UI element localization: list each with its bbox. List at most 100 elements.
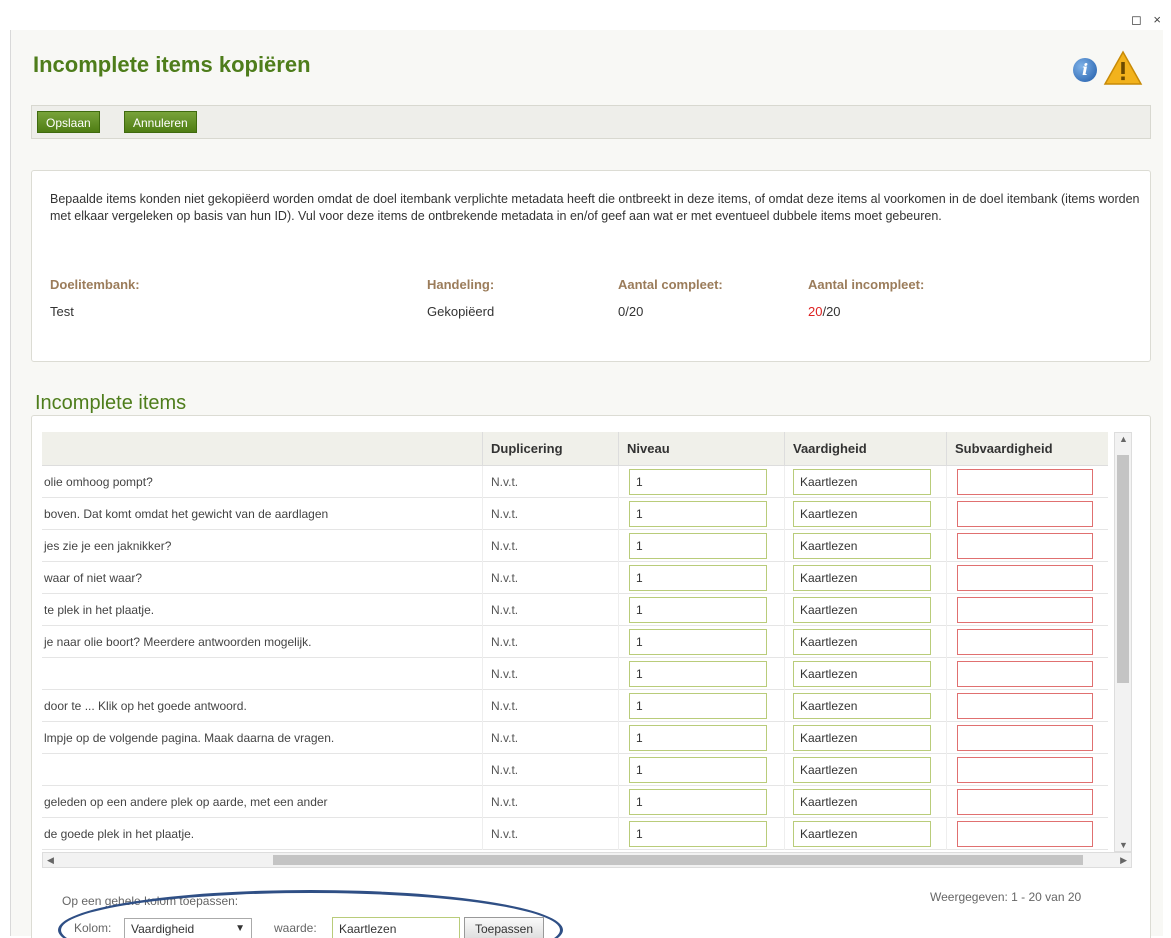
level-input[interactable]: 1 bbox=[629, 597, 767, 623]
level-input[interactable]: 1 bbox=[629, 693, 767, 719]
level-input[interactable]: 1 bbox=[629, 789, 767, 815]
complete-label: Aantal compleet: bbox=[618, 277, 723, 292]
skill-input[interactable]: Kaartlezen bbox=[793, 565, 931, 591]
table-row[interactable]: N.v.t. 1 Kaartlezen bbox=[42, 754, 1108, 786]
col-subskill[interactable]: Subvaardigheid bbox=[946, 432, 1108, 466]
scroll-up-icon[interactable]: ▲ bbox=[1119, 434, 1128, 444]
table-row[interactable]: boven. Dat komt omdat het gewicht van de… bbox=[42, 498, 1108, 530]
skill-input[interactable]: Kaartlezen bbox=[793, 757, 931, 783]
duplication-cell: N.v.t. bbox=[482, 466, 618, 498]
col-level[interactable]: Niveau bbox=[618, 432, 784, 466]
level-input[interactable]: 1 bbox=[629, 821, 767, 847]
table-row[interactable]: geleden op een andere plek op aarde, met… bbox=[42, 786, 1108, 818]
skill-input[interactable]: Kaartlezen bbox=[793, 789, 931, 815]
skill-input[interactable]: Kaartlezen bbox=[793, 693, 931, 719]
vertical-scroll-thumb[interactable] bbox=[1117, 455, 1129, 683]
skill-input[interactable]: Kaartlezen bbox=[793, 629, 931, 655]
horizontal-scroll-thumb[interactable] bbox=[273, 855, 1083, 865]
duplication-cell: N.v.t. bbox=[482, 658, 618, 690]
subskill-input[interactable] bbox=[957, 629, 1093, 655]
skill-input[interactable]: Kaartlezen bbox=[793, 469, 931, 495]
subskill-input[interactable] bbox=[957, 565, 1093, 591]
apply-column-label: Op een gehele kolom toepassen: bbox=[62, 894, 239, 908]
subskill-input[interactable] bbox=[957, 533, 1093, 559]
grid-vertical-scrollbar[interactable]: ▲ ▼ bbox=[1114, 432, 1132, 852]
level-input[interactable]: 1 bbox=[629, 533, 767, 559]
cancel-button[interactable]: Annuleren bbox=[124, 111, 197, 133]
subskill-cell bbox=[946, 690, 1108, 722]
value-label: waarde: bbox=[274, 921, 317, 935]
table-row[interactable]: te plek in het plaatje. N.v.t. 1 Kaartlezen bbox=[42, 594, 1108, 626]
level-cell: 1 bbox=[618, 466, 784, 498]
skill-input[interactable]: Kaartlezen bbox=[793, 725, 931, 751]
col-duplication[interactable]: Duplicering bbox=[482, 432, 618, 466]
duplication-cell: N.v.t. bbox=[482, 530, 618, 562]
skill-cell: Kaartlezen bbox=[784, 594, 946, 626]
action-value: Gekopiëerd bbox=[427, 304, 495, 319]
duplication-cell: N.v.t. bbox=[482, 722, 618, 754]
warning-icon[interactable] bbox=[1103, 50, 1143, 86]
subskill-cell bbox=[946, 818, 1108, 850]
scroll-left-icon[interactable]: ◀ bbox=[47, 855, 54, 866]
col-question[interactable] bbox=[42, 432, 482, 466]
duplication-cell: N.v.t. bbox=[482, 562, 618, 594]
level-input[interactable]: 1 bbox=[629, 629, 767, 655]
table-row[interactable]: N.v.t. 1 Kaartlezen bbox=[42, 658, 1108, 690]
level-input[interactable]: 1 bbox=[629, 565, 767, 591]
skill-input[interactable]: Kaartlezen bbox=[793, 661, 931, 687]
subskill-input[interactable] bbox=[957, 725, 1093, 751]
column-select[interactable]: Vaardigheid ▼ bbox=[124, 918, 252, 938]
window-controls[interactable]: ◻ × bbox=[1131, 12, 1165, 28]
skill-input[interactable]: Kaartlezen bbox=[793, 821, 931, 847]
apply-value-input[interactable]: Kaartlezen bbox=[332, 917, 460, 938]
save-button[interactable]: Opslaan bbox=[37, 111, 100, 133]
grid-horizontal-scrollbar[interactable]: ◀ ▶ bbox=[42, 852, 1132, 868]
scroll-down-icon[interactable]: ▼ bbox=[1119, 840, 1128, 850]
table-row[interactable]: jes zie je een jaknikker? N.v.t. 1 Kaartlez… bbox=[42, 530, 1108, 562]
skill-input[interactable]: Kaartlezen bbox=[793, 501, 931, 527]
table-row[interactable]: olie omhoog pompt? N.v.t. 1 Kaartlezen bbox=[42, 466, 1108, 498]
level-input[interactable]: 1 bbox=[629, 725, 767, 751]
skill-cell: Kaartlezen bbox=[784, 690, 946, 722]
target-value: Test bbox=[50, 304, 74, 319]
skill-input[interactable]: Kaartlezen bbox=[793, 597, 931, 623]
level-cell: 1 bbox=[618, 530, 784, 562]
subskill-input[interactable] bbox=[957, 597, 1093, 623]
info-icon[interactable]: i bbox=[1073, 58, 1097, 82]
level-input[interactable]: 1 bbox=[629, 757, 767, 783]
table-row[interactable]: lmpje op de volgende pagina. Maak daarna… bbox=[42, 722, 1108, 754]
subskill-input[interactable] bbox=[957, 661, 1093, 687]
duplication-cell: N.v.t. bbox=[482, 690, 618, 722]
chevron-down-icon: ▼ bbox=[235, 923, 245, 934]
subskill-input[interactable] bbox=[957, 469, 1093, 495]
table-row[interactable]: waar of niet waar? N.v.t. 1 Kaartlezen bbox=[42, 562, 1108, 594]
grid-panel: Duplicering Niveau Vaardigheid Subvaardi… bbox=[31, 415, 1151, 938]
level-input[interactable]: 1 bbox=[629, 501, 767, 527]
skill-input[interactable]: Kaartlezen bbox=[793, 533, 931, 559]
skill-cell: Kaartlezen bbox=[784, 498, 946, 530]
subskill-input[interactable] bbox=[957, 789, 1093, 815]
toolbar: Opslaan Annuleren bbox=[31, 105, 1151, 139]
subskill-input[interactable] bbox=[957, 693, 1093, 719]
subskill-input[interactable] bbox=[957, 501, 1093, 527]
scroll-right-icon[interactable]: ▶ bbox=[1120, 855, 1127, 866]
level-input[interactable]: 1 bbox=[629, 661, 767, 687]
table-row[interactable]: door te ... Klik op het goede antwoord. N… bbox=[42, 690, 1108, 722]
subskill-cell bbox=[946, 626, 1108, 658]
level-input[interactable]: 1 bbox=[629, 469, 767, 495]
target-label: Doelitembank: bbox=[50, 277, 140, 292]
incomplete-total: /20 bbox=[822, 304, 841, 319]
col-skill[interactable]: Vaardigheid bbox=[784, 432, 946, 466]
level-cell: 1 bbox=[618, 754, 784, 786]
table-row[interactable]: de goede plek in het plaatje. N.v.t. 1 Kaar… bbox=[42, 818, 1108, 850]
table-row[interactable]: je naar olie boort? Meerdere antwoorden … bbox=[42, 626, 1108, 658]
question-cell: te plek in het plaatje. bbox=[44, 603, 155, 617]
subskill-cell bbox=[946, 658, 1108, 690]
question-cell: door te ... Klik op het goede antwoord. bbox=[44, 699, 247, 713]
subskill-input[interactable] bbox=[957, 821, 1093, 847]
level-cell: 1 bbox=[618, 786, 784, 818]
subskill-input[interactable] bbox=[957, 757, 1093, 783]
subskill-cell bbox=[946, 562, 1108, 594]
apply-button[interactable]: Toepassen bbox=[464, 917, 544, 938]
section-title: Incomplete items bbox=[35, 392, 187, 414]
